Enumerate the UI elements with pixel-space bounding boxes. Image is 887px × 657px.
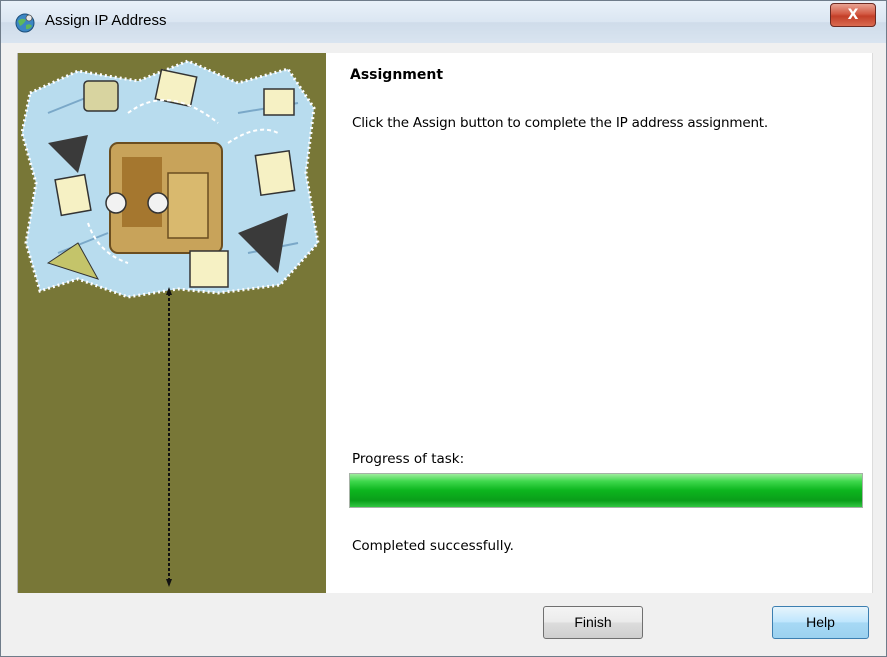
page-title: Assignment <box>350 67 444 83</box>
progress-fill <box>350 474 862 507</box>
dialog-window: Assign IP Address X Assignment Click the… <box>0 0 887 657</box>
content-pane: Assignment Click the Assign button to co… <box>328 53 872 593</box>
progress-bar <box>349 473 863 508</box>
progress-label: Progress of task: <box>352 451 465 467</box>
globe-network-icon <box>15 13 35 33</box>
close-button[interactable]: X <box>830 3 876 27</box>
wizard-body: Assignment Click the Assign button to co… <box>17 53 873 593</box>
title-bar[interactable]: Assign IP Address X <box>1 1 886 43</box>
status-text: Completed successfully. <box>352 538 514 554</box>
assignment-illustration <box>20 59 320 299</box>
window-title: Assign IP Address <box>45 12 167 29</box>
finish-button[interactable]: Finish <box>543 606 643 639</box>
button-bar: Finish Help <box>1 595 886 656</box>
side-panel <box>18 53 326 593</box>
vertical-double-arrow <box>166 287 172 587</box>
instruction-text: Click the Assign button to complete the … <box>352 115 768 131</box>
help-button[interactable]: Help <box>772 606 869 639</box>
